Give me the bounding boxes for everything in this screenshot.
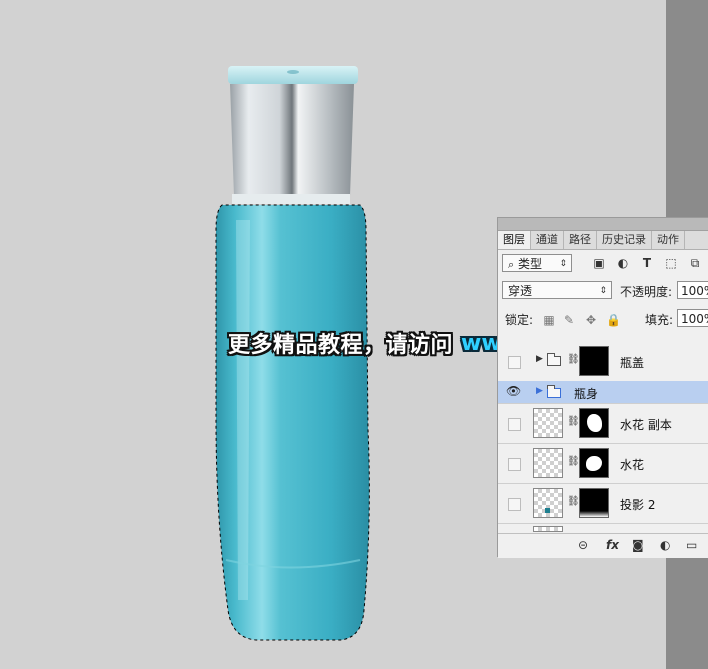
folder-icon	[547, 353, 561, 366]
tab-actions[interactable]: 动作	[652, 231, 685, 249]
expand-triangle-icon[interactable]: ▶	[536, 354, 543, 364]
blend-mode-dropdown[interactable]: 穿透 ⇕	[502, 281, 612, 299]
chain-link-icon[interactable]: ⛓	[567, 354, 580, 365]
chain-link-icon[interactable]: ⛓	[567, 496, 580, 507]
eye-icon[interactable]: 👁	[506, 384, 521, 398]
lock-position-icon[interactable]: ✥	[584, 313, 598, 327]
layer-thumbnail[interactable]	[533, 408, 563, 438]
shape-filter-icon[interactable]: ⬚	[664, 256, 678, 270]
lock-all-icon[interactable]: 🔒	[606, 313, 621, 327]
visibility-toggle[interactable]	[508, 458, 521, 471]
layer-thumbnail-partial	[533, 526, 563, 532]
layer-mask-thumbnail[interactable]	[579, 408, 609, 438]
fill-label: 填充:	[645, 313, 674, 327]
adjustment-layer-icon[interactable]: ◐	[660, 538, 670, 552]
filter-kind-dropdown[interactable]: ⌕ 类型 ⇕	[502, 254, 572, 272]
folder-icon	[547, 385, 561, 398]
watermark-text: 更多精品教程，请访问	[228, 333, 454, 358]
layer-row-cap-group[interactable]: ▶ ⛓ 瓶盖	[498, 342, 708, 382]
layer-row-body-group[interactable]: 👁 ▶ 瓶身	[498, 381, 708, 404]
tab-channels[interactable]: 通道	[531, 231, 564, 249]
layer-thumbnail[interactable]	[533, 448, 563, 478]
layer-mask-thumbnail[interactable]	[579, 488, 609, 518]
image-filter-icon[interactable]: ▣	[592, 256, 606, 270]
layer-mask-thumbnail[interactable]	[579, 448, 609, 478]
blend-mode-label: 穿透	[508, 284, 533, 298]
filter-kind-label: 类型	[518, 257, 543, 271]
smart-object-filter-icon[interactable]: ⧉	[688, 256, 702, 270]
layer-name[interactable]: 投影 2	[620, 496, 655, 513]
tab-history[interactable]: 历史记录	[597, 231, 652, 249]
new-group-icon[interactable]: ▭	[686, 538, 697, 552]
tab-paths[interactable]: 路径	[564, 231, 597, 249]
type-filter-icon[interactable]: T	[640, 256, 654, 270]
layer-name[interactable]: 瓶盖	[620, 354, 644, 371]
add-mask-icon[interactable]: ◙	[632, 538, 644, 552]
visibility-toggle[interactable]	[508, 498, 521, 511]
layer-mask-thumbnail[interactable]	[579, 346, 609, 376]
visibility-toggle[interactable]	[508, 418, 521, 431]
updown-arrow-icon: ⇕	[599, 286, 607, 296]
panel-tabs: 图层 通道 路径 历史记录 动作	[498, 231, 708, 250]
panel-title-bar[interactable]	[498, 218, 708, 231]
fill-input[interactable]: 100%	[677, 309, 708, 327]
layers-panel: 图层 通道 路径 历史记录 动作 ⌕ 类型 ⇕ ▣ ◐ T ⬚ ⧉ 穿透 ⇕ 不…	[497, 217, 708, 558]
fx-icon[interactable]: fx	[606, 538, 619, 552]
layer-thumbnail[interactable]	[533, 488, 563, 518]
link-layers-icon[interactable]: ⊝	[578, 538, 588, 552]
chain-link-icon[interactable]: ⛓	[567, 456, 580, 467]
adjustment-filter-icon[interactable]: ◐	[616, 256, 630, 270]
tab-layers[interactable]: 图层	[498, 231, 531, 249]
updown-arrow-icon: ⇕	[559, 259, 567, 269]
lock-paint-brush-icon[interactable]: ✎	[562, 313, 576, 327]
lock-label: 锁定:	[505, 313, 534, 327]
chain-link-icon[interactable]: ⛓	[567, 416, 580, 427]
layer-name[interactable]: 瓶身	[574, 385, 598, 402]
layer-row-shadow-2[interactable]: ⛓ 投影 2	[498, 484, 708, 524]
layer-name[interactable]: 水花 副本	[620, 416, 672, 433]
layer-row-splash-copy[interactable]: ⛓ 水花 副本	[498, 404, 708, 444]
expand-triangle-icon[interactable]: ▶	[536, 386, 543, 396]
layer-row-splash[interactable]: ⛓ 水花	[498, 444, 708, 484]
panel-bottom-toolbar: ⊝ fx ◙ ◐ ▭	[498, 533, 708, 558]
visibility-toggle[interactable]	[508, 356, 521, 369]
layer-name[interactable]: 水花	[620, 456, 644, 473]
opacity-label: 不透明度:	[620, 285, 673, 299]
lock-transparency-icon[interactable]: ▦	[542, 313, 556, 327]
search-icon: ⌕	[508, 258, 515, 271]
opacity-input[interactable]: 100%	[677, 281, 708, 299]
